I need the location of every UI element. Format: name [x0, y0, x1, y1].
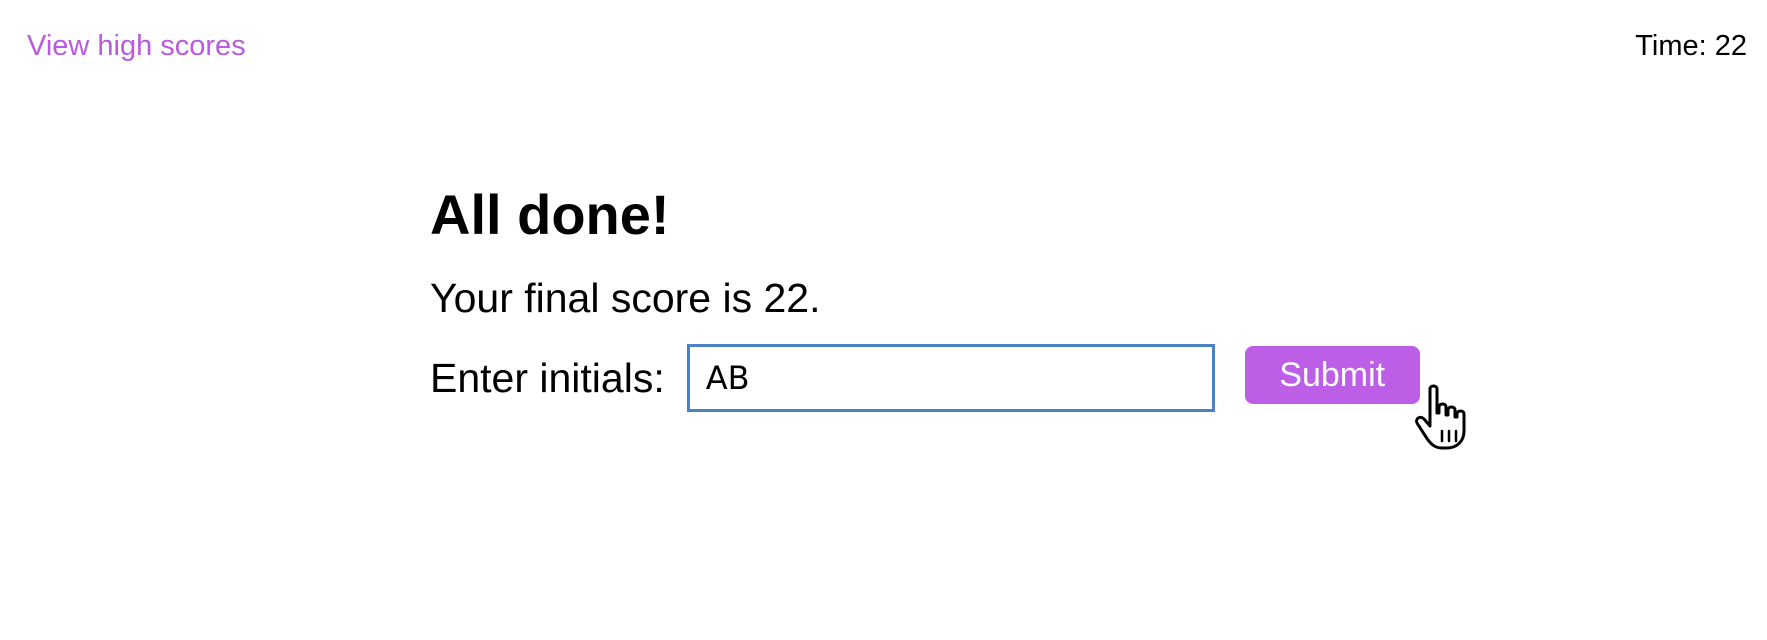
view-high-scores-link[interactable]: View high scores [27, 26, 246, 66]
initials-form: Enter initials: Submit [430, 344, 1430, 412]
initials-label: Enter initials: [430, 355, 665, 401]
quiz-page: View high scores Time: 22 All done! Your… [0, 0, 1767, 640]
initials-input[interactable] [686, 344, 1215, 412]
timer: Time: 22 [1635, 26, 1747, 66]
submit-button[interactable]: Submit [1244, 346, 1420, 404]
results-panel: All done! Your final score is 22. Enter … [430, 180, 1430, 412]
final-score-text: Your final score is 22. [430, 275, 821, 321]
page-title: All done! [430, 183, 670, 246]
timer-label: Time: [1635, 30, 1707, 62]
timer-value: 22 [1714, 30, 1747, 62]
